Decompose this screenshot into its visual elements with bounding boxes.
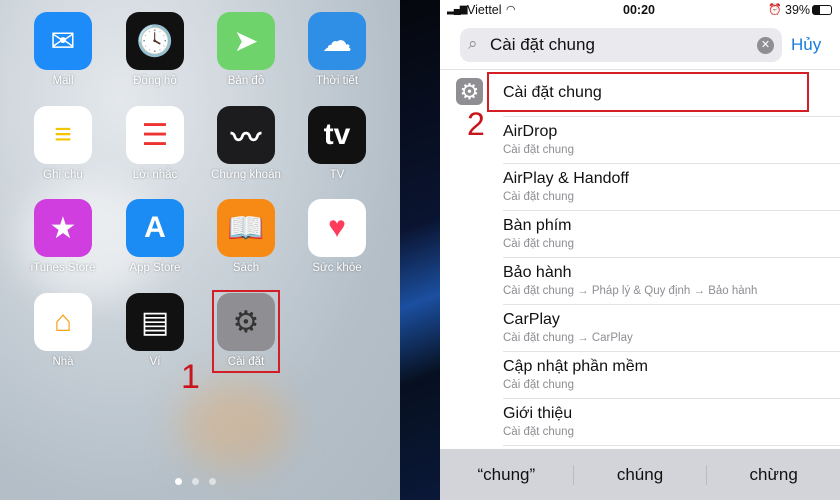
page-dot[interactable] bbox=[175, 478, 182, 485]
page-dot[interactable] bbox=[192, 478, 199, 485]
app-label: Mail bbox=[52, 75, 74, 87]
clock-icon: 🕓 bbox=[126, 12, 184, 70]
status-bar: ▂▄▆ Viettel ◠ 00:20 ⏰ 39% bbox=[440, 3, 840, 19]
highlight-box-general bbox=[487, 72, 809, 112]
search-result[interactable]: Bàn phím Cài đặt chung bbox=[503, 211, 840, 258]
app-label: Sách bbox=[232, 262, 260, 274]
search-result[interactable]: AirPlay & Handoff Cài đặt chung bbox=[503, 164, 840, 211]
reminders-icon: ☰ bbox=[126, 106, 184, 164]
wifi-icon: ◠ bbox=[506, 4, 516, 16]
search-result[interactable]: Giới thiệu Cài đặt chung bbox=[503, 399, 840, 446]
app-label: Sức khỏe bbox=[312, 262, 362, 274]
app-heart[interactable]: ♥ Sức khỏe bbox=[291, 199, 383, 274]
suggestion[interactable]: chúng bbox=[574, 464, 708, 485]
result-path: Cài đặt chung bbox=[503, 379, 574, 391]
app-label: Chứng khoán bbox=[211, 169, 281, 181]
result-title: Bảo hành bbox=[503, 264, 572, 281]
step-number-1: 1 bbox=[181, 358, 200, 396]
battery-icon bbox=[812, 5, 832, 15]
result-title: AirDrop bbox=[503, 123, 558, 140]
result-title: Cập nhật phần mềm bbox=[503, 358, 648, 375]
app-stocks[interactable]: 〰 Chứng khoán bbox=[200, 106, 292, 181]
result-title: AirPlay & Handoff bbox=[503, 170, 629, 187]
gear-icon: ⚙ bbox=[456, 78, 483, 105]
app-store-icon: A bbox=[126, 199, 184, 257]
cancel-button[interactable]: Hủy bbox=[791, 35, 821, 55]
app-label: Lời nhắc bbox=[132, 169, 178, 181]
clear-icon[interactable]: ✕ bbox=[757, 37, 774, 54]
app-label: Bản đồ bbox=[227, 75, 265, 87]
stocks-icon: 〰 bbox=[217, 106, 275, 164]
clock-time: 00:20 bbox=[623, 3, 655, 17]
heart-icon: ♥ bbox=[308, 199, 366, 257]
result-path: Cài đặt chung bbox=[503, 238, 574, 250]
app-apple-tv[interactable]: tv TV bbox=[291, 106, 383, 181]
app-wallet[interactable]: ▤ Ví bbox=[109, 293, 201, 368]
battery-percent: 39% bbox=[785, 3, 811, 17]
search-result[interactable]: Bảo hành Cài đặt chung → Pháp lý & Quy đị… bbox=[503, 258, 840, 305]
app-label: TV bbox=[329, 169, 345, 181]
suggestion[interactable]: “chung” bbox=[440, 464, 574, 485]
divider bbox=[440, 69, 840, 70]
app-mail[interactable]: ✉ Mail bbox=[17, 12, 109, 87]
app-app-store[interactable]: A App Store bbox=[109, 199, 201, 274]
home-icon: ⌂ bbox=[34, 293, 92, 351]
books-icon: 📖 bbox=[217, 199, 275, 257]
suggestion[interactable]: chừng bbox=[707, 465, 840, 485]
result-path: Cài đặt chung → CarPlay bbox=[503, 332, 633, 344]
notes-icon: ≡ bbox=[34, 106, 92, 164]
app-label: iTunes Store bbox=[30, 262, 96, 274]
carrier: Viettel bbox=[467, 3, 502, 17]
search-result[interactable]: Cập nhật phần mềm Cài đặt chung bbox=[503, 352, 840, 399]
highlight-box-settings bbox=[212, 290, 280, 373]
page-dot[interactable] bbox=[209, 478, 216, 485]
app-clock[interactable]: 🕓 Đồng hồ bbox=[109, 12, 201, 87]
app-label: Đồng hồ bbox=[133, 75, 177, 87]
app-maps[interactable]: ➤ Bản đồ bbox=[200, 12, 292, 87]
mail-icon: ✉ bbox=[34, 12, 92, 70]
result-path: Cài đặt chung bbox=[503, 426, 574, 438]
result-path: Cài đặt chung bbox=[503, 191, 574, 203]
search-input[interactable]: Cài đặt chung bbox=[490, 35, 595, 55]
app-reminders[interactable]: ☰ Lời nhắc bbox=[109, 106, 201, 181]
star-icon: ★ bbox=[34, 199, 92, 257]
result-path: Cài đặt chung → Pháp lý & Quy định → Bảo… bbox=[503, 285, 758, 297]
app-star[interactable]: ★ iTunes Store bbox=[17, 199, 109, 274]
app-label: Nhà bbox=[52, 356, 74, 368]
result-title: Giới thiệu bbox=[503, 405, 573, 422]
app-home[interactable]: ⌂ Nhà bbox=[17, 293, 109, 368]
search-field[interactable]: ⌕ Cài đặt chung ✕ bbox=[460, 28, 782, 62]
step-number-2: 2 bbox=[467, 106, 485, 142]
search-result[interactable]: CarPlay Cài đặt chung → CarPlay bbox=[503, 305, 840, 352]
wallet-icon: ▤ bbox=[126, 293, 184, 351]
signal-icon: ▂▄▆ bbox=[447, 4, 467, 15]
alarm-icon: ⏰ bbox=[768, 4, 782, 16]
app-notes[interactable]: ≡ Ghi chú bbox=[17, 106, 109, 181]
page-indicator[interactable] bbox=[175, 478, 216, 485]
app-label: App Store bbox=[129, 262, 181, 274]
weather-icon: ☁ bbox=[308, 12, 366, 70]
background-strip bbox=[400, 0, 440, 500]
result-path: Cài đặt chung bbox=[503, 144, 574, 156]
maps-icon: ➤ bbox=[217, 12, 275, 70]
app-books[interactable]: 📖 Sách bbox=[200, 199, 292, 274]
search-result[interactable]: AirDrop Cài đặt chung bbox=[503, 117, 840, 164]
apple-tv-icon: tv bbox=[308, 106, 366, 164]
result-title: Bàn phím bbox=[503, 217, 572, 234]
result-title: CarPlay bbox=[503, 311, 560, 328]
keyboard-suggestions: “chung” chúng chừng bbox=[440, 449, 840, 500]
app-weather[interactable]: ☁ Thời tiết bbox=[291, 12, 383, 87]
settings-search-screen: ▂▄▆ Viettel ◠ 00:20 ⏰ 39% ⌕ Cài đặt chun… bbox=[440, 0, 840, 500]
app-label: Ghi chú bbox=[43, 169, 83, 181]
home-screen: ✉ Mail 🕓 Đồng hồ ➤ Bản đồ ☁ Thời tiết ≡ Ghi chú ☰ L… bbox=[0, 0, 400, 500]
search-icon: ⌕ bbox=[468, 34, 478, 53]
app-label: Thời tiết bbox=[315, 75, 359, 87]
